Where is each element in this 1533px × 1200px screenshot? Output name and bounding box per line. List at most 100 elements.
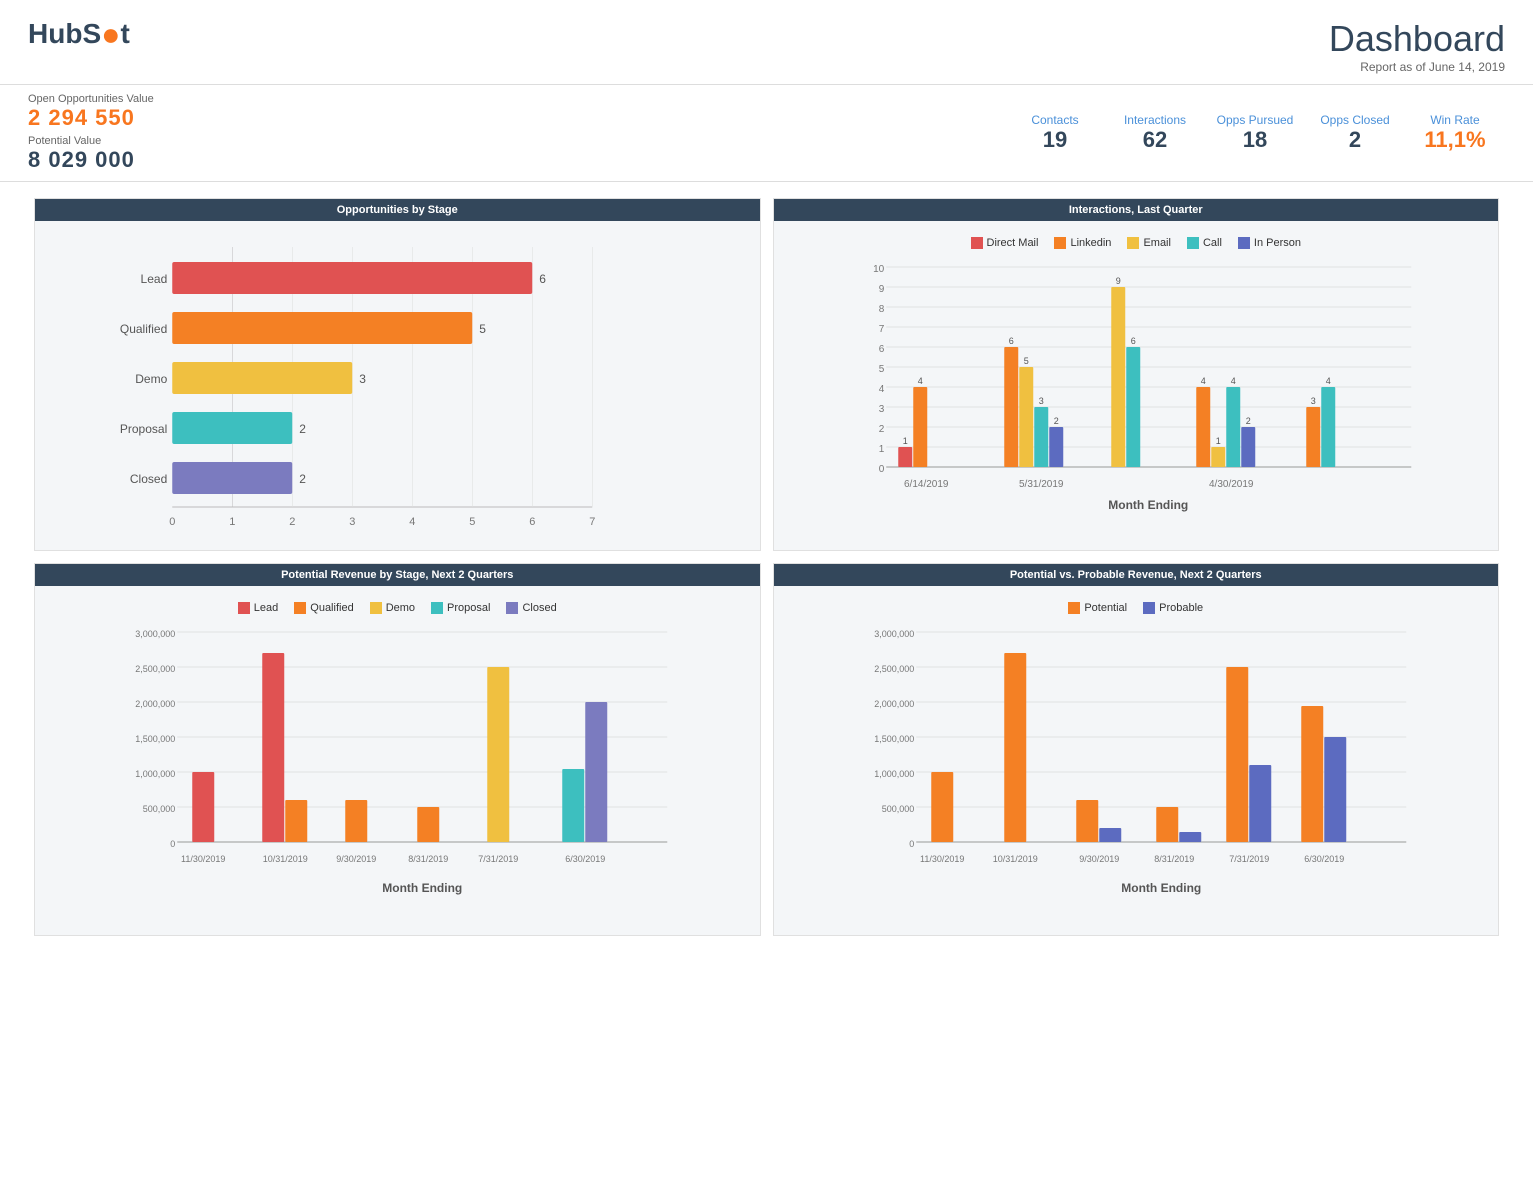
chart3-xlabel: Month Ending xyxy=(382,881,462,895)
legend3-label-demo: Demo xyxy=(386,602,415,614)
qualified-label: Qualified xyxy=(120,322,167,336)
open-opps-value: 2 294 550 xyxy=(28,105,1005,131)
chart3-body: Lead Qualified Demo Proposal Closed xyxy=(35,586,760,935)
c3-g5-demo xyxy=(487,667,509,842)
legend-label-inperson: In Person xyxy=(1254,237,1301,249)
c3-g2-qual xyxy=(285,800,307,842)
potential-label: Potential Value xyxy=(28,135,1005,147)
legend3-closed: Closed xyxy=(506,602,556,614)
c4y0: 0 xyxy=(909,839,914,849)
legend-dot-email xyxy=(1127,237,1139,249)
g4-bar-ca xyxy=(1226,387,1240,467)
chart4-svg: 0 500,000 1,000,000 1,500,000 2,000,000 … xyxy=(784,622,1489,922)
y-3: 3 xyxy=(878,404,884,415)
c4x4: 8/31/2019 xyxy=(1154,854,1194,864)
logo-spot-s: S xyxy=(82,18,101,50)
contacts-metric: Contacts 19 xyxy=(1005,113,1105,153)
g2-val-em: 5 xyxy=(1023,356,1028,366)
metrics-right: Contacts 19 Interactions 62 Opps Pursued… xyxy=(1005,113,1505,153)
legend-dot-directmail xyxy=(971,237,983,249)
legend-label-call: Call xyxy=(1203,237,1222,249)
chart-potential-probable: Potential vs. Probable Revenue, Next 2 Q… xyxy=(773,563,1500,936)
g2-bar-li xyxy=(1004,347,1018,467)
legend3-lead: Lead xyxy=(238,602,278,614)
c3x5: 7/31/2019 xyxy=(478,854,518,864)
chart-interactions: Interactions, Last Quarter Direct Mail L… xyxy=(773,198,1500,551)
x-tick-2: 2 xyxy=(289,516,295,528)
chart-revenue-stage: Potential Revenue by Stage, Next 2 Quart… xyxy=(34,563,761,936)
y-10: 10 xyxy=(873,264,885,275)
c4-g4-pot xyxy=(1156,807,1178,842)
chart1-svg: 6 Lead 5 Qualified 3 Demo 2 Proposal xyxy=(115,247,720,537)
legend4-dot-potential xyxy=(1068,602,1080,614)
opps-pursued-metric: Opps Pursued 18 xyxy=(1205,113,1305,153)
c4x2: 10/31/2019 xyxy=(992,854,1037,864)
g1-val-dm: 1 xyxy=(902,436,907,446)
x-tick-5: 5 xyxy=(469,516,475,528)
x-tick-7: 7 xyxy=(589,516,595,528)
g2-bar-ip xyxy=(1049,427,1063,467)
opps-closed-label: Opps Closed xyxy=(1320,113,1389,127)
c4-g5-prob xyxy=(1249,765,1271,842)
c3y1: 500,000 xyxy=(143,804,176,814)
c3-g6-closed xyxy=(585,702,607,842)
chart1-body: 6 Lead 5 Qualified 3 Demo 2 Proposal xyxy=(35,221,760,550)
g2-val-li: 6 xyxy=(1008,336,1013,346)
legend3-label-qualified: Qualified xyxy=(310,602,353,614)
g2-val-ca: 3 xyxy=(1038,396,1043,406)
legend3-label-proposal: Proposal xyxy=(447,602,490,614)
c3y0: 0 xyxy=(170,839,175,849)
win-rate-label: Win Rate xyxy=(1430,113,1479,127)
g4-xlabel: 4/30/2019 xyxy=(1209,479,1254,490)
open-opps-label: Open Opportunities Value xyxy=(28,93,1005,105)
chart2-header: Interactions, Last Quarter xyxy=(774,199,1499,221)
legend-label-linkedin: Linkedin xyxy=(1070,237,1111,249)
lead-count: 6 xyxy=(539,272,546,286)
c4y1: 500,000 xyxy=(881,804,914,814)
g4-bar-ip xyxy=(1241,427,1255,467)
legend3-proposal: Proposal xyxy=(431,602,490,614)
proposal-label: Proposal xyxy=(120,422,167,436)
legend-label-directmail: Direct Mail xyxy=(987,237,1039,249)
c4-g5-pot xyxy=(1226,667,1248,842)
c3y3: 1,500,000 xyxy=(135,734,175,744)
qualified-count: 5 xyxy=(479,322,486,336)
c4-g1-pot xyxy=(931,772,953,842)
c3x2: 10/31/2019 xyxy=(263,854,308,864)
legend-label-email: Email xyxy=(1143,237,1171,249)
c3x3: 9/30/2019 xyxy=(336,854,376,864)
legend-dot-call xyxy=(1187,237,1199,249)
proposal-count: 2 xyxy=(299,422,306,436)
g4-val-ip: 2 xyxy=(1245,416,1250,426)
y-9: 9 xyxy=(878,284,884,295)
chart4-legend: Potential Probable xyxy=(784,602,1489,614)
c4-g3-pot xyxy=(1076,800,1098,842)
chart3-header: Potential Revenue by Stage, Next 2 Quart… xyxy=(35,564,760,586)
x-tick-1: 1 xyxy=(229,516,235,528)
x-tick-4: 4 xyxy=(409,516,415,528)
c4y4: 2,000,000 xyxy=(874,699,914,709)
c4x1: 11/30/2019 xyxy=(920,854,964,864)
c3-g3-qual xyxy=(345,800,367,842)
c3x6: 6/30/2019 xyxy=(565,854,605,864)
legend4-potential: Potential xyxy=(1068,602,1127,614)
c3y2: 1,000,000 xyxy=(135,769,175,779)
demo-count: 3 xyxy=(359,372,366,386)
contacts-label: Contacts xyxy=(1031,113,1078,127)
potential-value: 8 029 000 xyxy=(28,147,1005,173)
g3-bar-ca xyxy=(1126,347,1140,467)
g2-xlabel: 5/31/2019 xyxy=(1019,479,1064,490)
chart-opps-by-stage: Opportunities by Stage 6 Lea xyxy=(34,198,761,551)
g1-xlabel: 6/14/2019 xyxy=(904,479,949,490)
c4-g6-pot xyxy=(1301,706,1323,842)
closed-bar xyxy=(172,462,292,494)
y-4: 4 xyxy=(878,384,884,395)
g1-bar-li xyxy=(913,387,927,467)
hubspot-logo: HubS●t xyxy=(28,18,130,50)
dashboard-title-section: Dashboard Report as of June 14, 2019 xyxy=(1329,18,1505,74)
c4y3: 1,500,000 xyxy=(874,734,914,744)
y-5: 5 xyxy=(878,364,884,375)
y-0: 0 xyxy=(878,464,884,475)
lead-bar xyxy=(172,262,532,294)
g5-val-ca: 4 xyxy=(1325,376,1330,386)
